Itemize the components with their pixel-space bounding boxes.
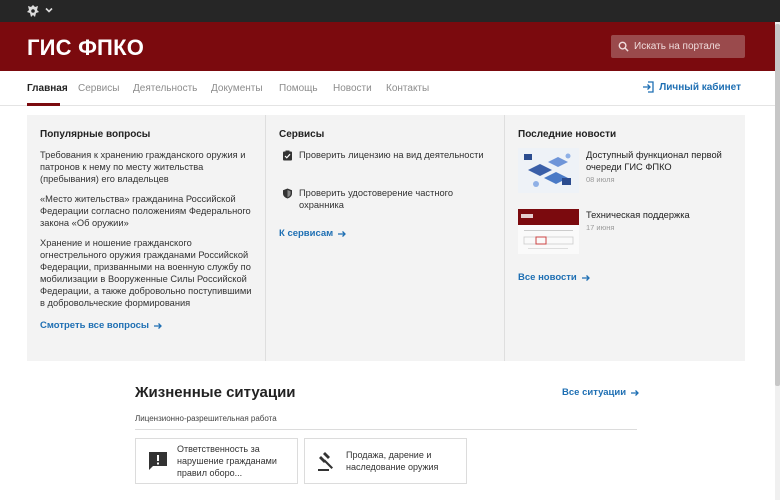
nav-item-news[interactable]: Новости (333, 83, 372, 94)
info-panel: Популярные вопросы Требования к хранению… (27, 115, 745, 361)
question-item[interactable]: Хранение и ношение гражданского огнестре… (40, 237, 255, 309)
active-tab-indicator (27, 103, 60, 106)
top-bar (0, 0, 780, 22)
life-situation-card[interactable]: Ответственность за нарушение гражданами … (135, 438, 298, 484)
news-thumbnail[interactable] (518, 209, 579, 254)
arrow-right-icon (581, 274, 590, 281)
arrow-right-icon (338, 230, 347, 237)
popular-questions-title: Популярные вопросы (40, 129, 151, 140)
site-header: ГИС ФПКО (0, 22, 780, 71)
services-column: Сервисы Проверить лицензию на вид деятел… (265, 115, 504, 361)
nav-item-contacts[interactable]: Контакты (386, 83, 429, 94)
support-screenshot-image (518, 209, 579, 254)
news-item-date: 08 июля (586, 175, 615, 184)
divider (135, 429, 637, 430)
chevron-down-icon[interactable] (44, 5, 54, 15)
all-services-link[interactable]: К сервисам (279, 228, 347, 239)
life-situation-label: Ответственность за нарушение гражданами … (177, 444, 277, 478)
question-item[interactable]: Требования к хранению гражданского оружи… (40, 149, 255, 185)
news-item-date: 17 июня (586, 223, 615, 232)
all-news-label: Все новости (518, 272, 577, 283)
nav-item-services[interactable]: Сервисы (78, 83, 119, 94)
life-situation-label: Продажа, дарение и наследование оружия (346, 450, 439, 472)
arrow-right-icon (154, 322, 162, 329)
service-label: Проверить лицензию на вид деятельности (299, 150, 484, 160)
site-title[interactable]: ГИС ФПКО (27, 35, 144, 61)
service-label: Проверить удостоверение частного охранни… (299, 188, 453, 210)
services-title: Сервисы (279, 129, 325, 140)
nav-item-home[interactable]: Главная (27, 83, 68, 94)
service-check-guard-id[interactable]: Проверить удостоверение частного охранни… (282, 187, 492, 211)
all-situations-link[interactable]: Все ситуации (562, 387, 640, 398)
arrow-right-icon (631, 389, 639, 396)
personal-cabinet-label: Личный кабинет (659, 81, 741, 93)
search-icon (618, 41, 629, 52)
shield-icon (283, 188, 292, 199)
all-questions-link[interactable]: Смотреть все вопросы (40, 320, 163, 331)
main-nav: Главная Сервисы Деятельность Документы П… (0, 71, 780, 106)
news-item-title[interactable]: Доступный функционал первой очереди ГИС … (586, 149, 736, 173)
life-category-label: Лицензионно-разрешительная работа (135, 414, 277, 423)
nav-item-help[interactable]: Помощь (279, 83, 318, 94)
personal-cabinet-link[interactable]: Личный кабинет (642, 81, 741, 93)
alert-message-icon (149, 452, 167, 470)
news-title: Последние новости (518, 129, 617, 140)
service-check-license[interactable]: Проверить лицензию на вид деятельности (282, 149, 492, 161)
search-input[interactable] (634, 41, 744, 52)
life-situation-card[interactable]: Продажа, дарение и наследование оружия (304, 438, 467, 484)
news-column: Последние новости Доступный функционал п… (504, 115, 745, 361)
coat-of-arms-icon[interactable] (26, 4, 40, 18)
nav-item-activity[interactable]: Деятельность (133, 83, 197, 94)
life-situations-title: Жизненные ситуации (135, 384, 296, 401)
scrollbar-thumb[interactable] (775, 24, 780, 386)
gavel-icon (318, 452, 333, 471)
all-news-link[interactable]: Все новости (518, 272, 591, 283)
all-situations-label: Все ситуации (562, 387, 627, 398)
isometric-illustration-image (518, 148, 579, 193)
search-box[interactable] (611, 35, 745, 58)
verified-doc-icon (283, 150, 292, 161)
login-icon (643, 81, 654, 93)
news-thumbnail[interactable] (518, 148, 579, 193)
all-services-label: К сервисам (279, 228, 334, 239)
all-questions-label: Смотреть все вопросы (40, 320, 150, 331)
popular-questions-column: Популярные вопросы Требования к хранению… (27, 115, 265, 361)
question-item[interactable]: «Место жительства» гражданина Российской… (40, 193, 255, 229)
news-item-title[interactable]: Техническая поддержка (586, 209, 736, 221)
nav-item-documents[interactable]: Документы (211, 83, 263, 94)
